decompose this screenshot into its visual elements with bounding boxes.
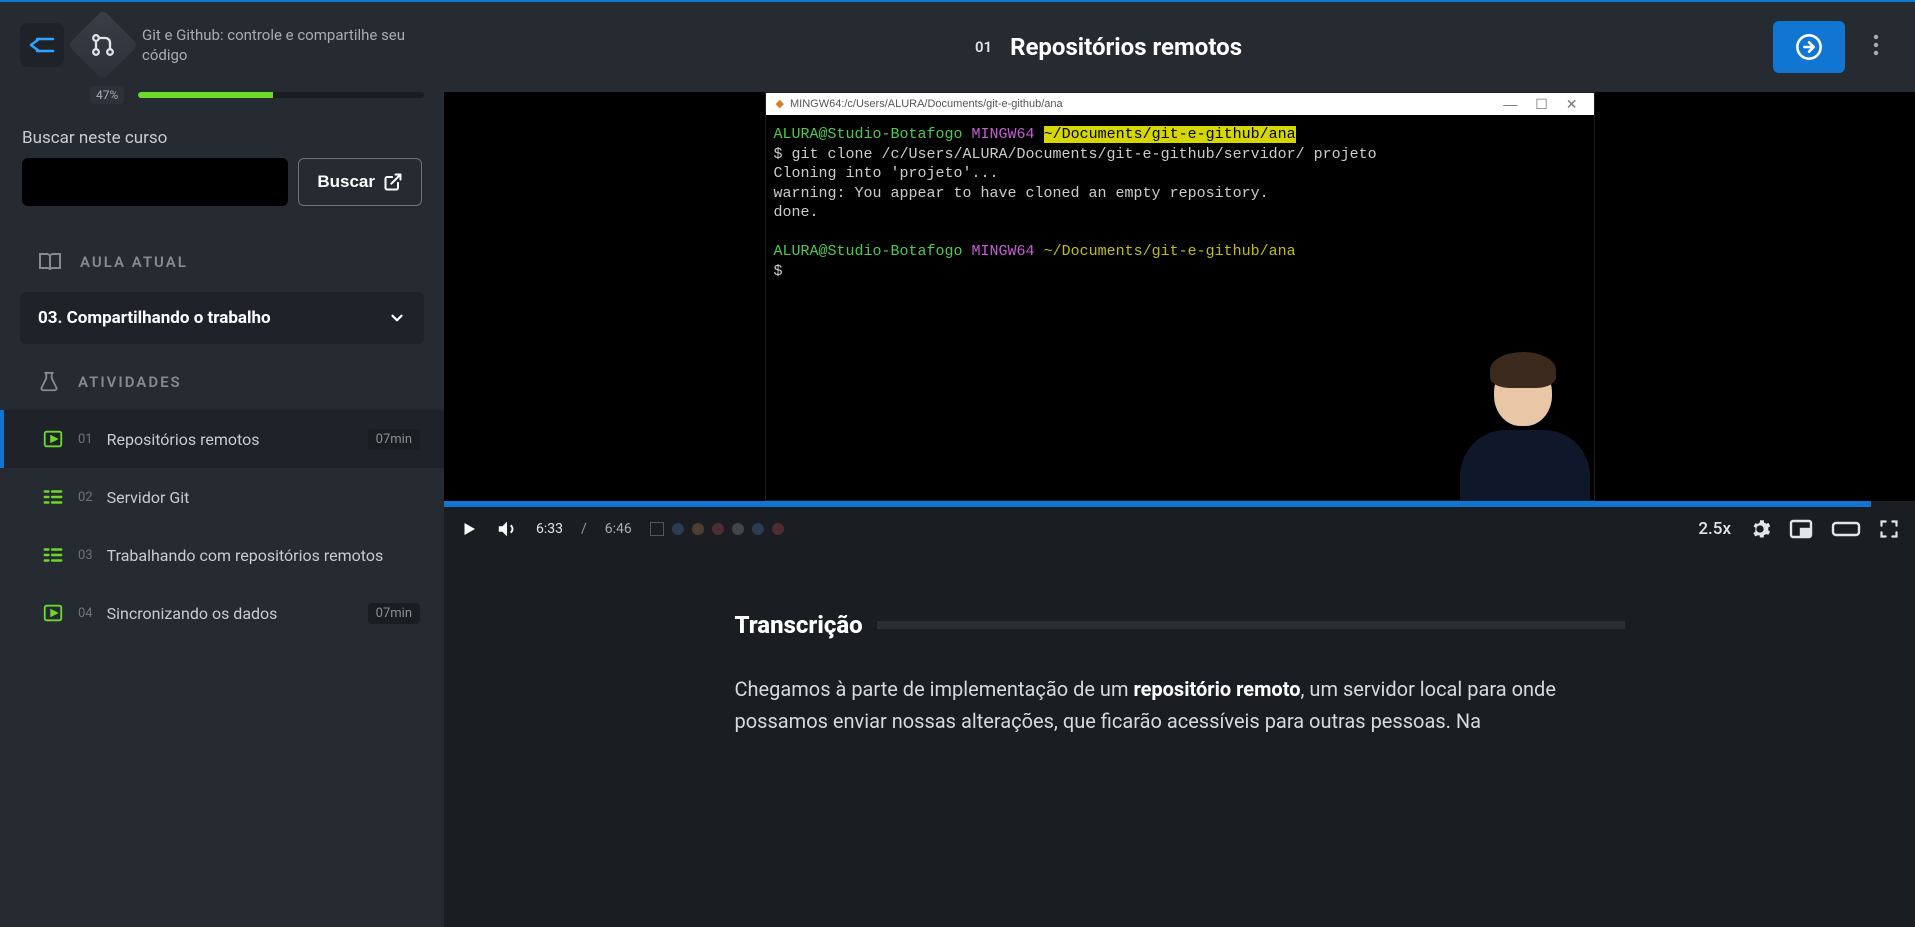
section-aula-atual: AULA ATUAL [0, 224, 444, 284]
activity-item[interactable]: 03 Trabalhando com repositórios remotos [0, 526, 444, 584]
gear-icon [1749, 518, 1771, 540]
topbar: 01 Repositórios remotos [444, 0, 1915, 92]
volume-icon [496, 518, 518, 540]
fullscreen-button[interactable] [1879, 519, 1899, 539]
course-title: Git e Github: controle e compartilhe seu… [142, 25, 424, 66]
video-icon [42, 428, 64, 450]
activity-number: 03 [78, 548, 93, 563]
play-button[interactable] [460, 520, 478, 538]
activity-title: Trabalhando com repositórios remotos [107, 546, 420, 565]
next-button[interactable] [1773, 21, 1845, 73]
section-aula-label: AULA ATUAL [80, 253, 188, 271]
chevron-down-icon [388, 309, 406, 327]
search-button-label: Buscar [317, 172, 375, 192]
arrow-right-circle-icon [1795, 33, 1823, 61]
search-button[interactable]: Buscar [298, 158, 422, 206]
activity-duration: 07min [368, 429, 420, 450]
back-button[interactable] [20, 23, 64, 67]
theater-icon [1831, 521, 1861, 537]
window-minimize-icon: — [1497, 95, 1523, 113]
transcript-paragraph: Chegamos à parte de implementação de um … [735, 673, 1625, 737]
volume-button[interactable] [496, 518, 518, 540]
pip-icon [1789, 519, 1813, 539]
terminal-titlebar: ◆ MINGW64:/c/Users/ALURA/Documents/git-e… [766, 93, 1594, 115]
window-maximize-icon: ☐ [1529, 95, 1554, 113]
terminal-window: ◆ MINGW64:/c/Users/ALURA/Documents/git-e… [765, 92, 1595, 501]
activity-number: 01 [78, 432, 93, 447]
video-controls: 6:33 / 6:46 2.5x [444, 507, 1915, 551]
transcript-section: Transcrição Chegamos à parte de implemen… [735, 551, 1625, 777]
progress-bar[interactable] [138, 92, 424, 98]
activity-item[interactable]: 01 Repositórios remotos 07min [0, 410, 444, 468]
lesson-dropdown[interactable]: 03. Compartilhando o trabalho [20, 292, 424, 344]
terminal-title: MINGW64:/c/Users/ALURA/Documents/git-e-g… [790, 97, 1063, 111]
window-close-icon: ✕ [1560, 95, 1584, 113]
video-progress-bar[interactable] [444, 501, 1915, 507]
activity-title: Sincronizando os dados [107, 604, 354, 623]
git-icon [89, 31, 117, 59]
theater-button[interactable] [1831, 521, 1861, 537]
activity-item[interactable]: 04 Sincronizando os dados 07min [0, 584, 444, 642]
video-frame: ◆ MINGW64:/c/Users/ALURA/Documents/git-e… [695, 92, 1665, 501]
activity-number: 04 [78, 606, 93, 621]
video-time-separator: / [581, 521, 587, 537]
activity-title: Servidor Git [107, 488, 420, 507]
checklist-icon [42, 486, 64, 508]
fullscreen-icon [1879, 519, 1899, 539]
flask-icon [38, 370, 60, 394]
terminal-app-icon: ◆ [776, 97, 784, 111]
main: 01 Repositórios remotos ◆ M [444, 0, 1915, 927]
course-badge [68, 10, 139, 81]
topbar-center: 01 Repositórios remotos [444, 33, 1773, 61]
external-link-icon [383, 172, 403, 192]
checklist-icon [42, 544, 64, 566]
section-atividades-label: ATIVIDADES [78, 373, 182, 391]
dots-vertical-icon [1873, 33, 1879, 57]
os-taskbar-icons [650, 522, 784, 536]
activity-item[interactable]: 02 Servidor Git [0, 468, 444, 526]
activity-number: 02 [78, 490, 93, 505]
sidebar: Git e Github: controle e compartilhe seu… [0, 0, 444, 927]
book-icon [38, 250, 62, 274]
lesson-number: 01 [975, 38, 992, 56]
section-atividades: ATIVIDADES [0, 344, 444, 404]
activity-duration: 07min [368, 603, 420, 624]
search-block: Buscar neste curso Buscar [0, 118, 444, 224]
arrow-left-icon [29, 35, 55, 55]
instructor-overlay [1454, 350, 1594, 500]
play-icon [460, 520, 478, 538]
video-time-current: 6:33 [536, 521, 563, 537]
activity-title: Repositórios remotos [107, 430, 354, 449]
sidebar-header: Git e Github: controle e compartilhe seu… [0, 2, 444, 80]
more-button[interactable] [1867, 27, 1885, 67]
pip-button[interactable] [1789, 519, 1813, 539]
divider [877, 621, 1625, 629]
video-player[interactable]: ◆ MINGW64:/c/Users/ALURA/Documents/git-e… [444, 92, 1915, 551]
transcript-heading: Transcrição [735, 611, 863, 639]
settings-button[interactable] [1749, 518, 1771, 540]
search-label: Buscar neste curso [22, 128, 422, 148]
video-time-duration: 6:46 [605, 521, 632, 537]
video-icon [42, 602, 64, 624]
progress-row: 47% [0, 80, 444, 118]
video-progress-fill [444, 501, 1871, 507]
lesson-dropdown-label: 03. Compartilhando o trabalho [38, 308, 271, 328]
content: ◆ MINGW64:/c/Users/ALURA/Documents/git-e… [444, 92, 1915, 927]
lesson-title: Repositórios remotos [1010, 33, 1242, 61]
activities-list: 01 Repositórios remotos 07min 02 Servidor Gi… [0, 410, 444, 642]
search-input[interactable] [22, 158, 288, 206]
progress-fill [138, 92, 272, 98]
terminal-body: ALURA@Studio-Botafogo MINGW64 ~/Document… [766, 115, 1594, 500]
playback-speed[interactable]: 2.5x [1698, 519, 1731, 539]
progress-percent: 47% [90, 86, 124, 104]
